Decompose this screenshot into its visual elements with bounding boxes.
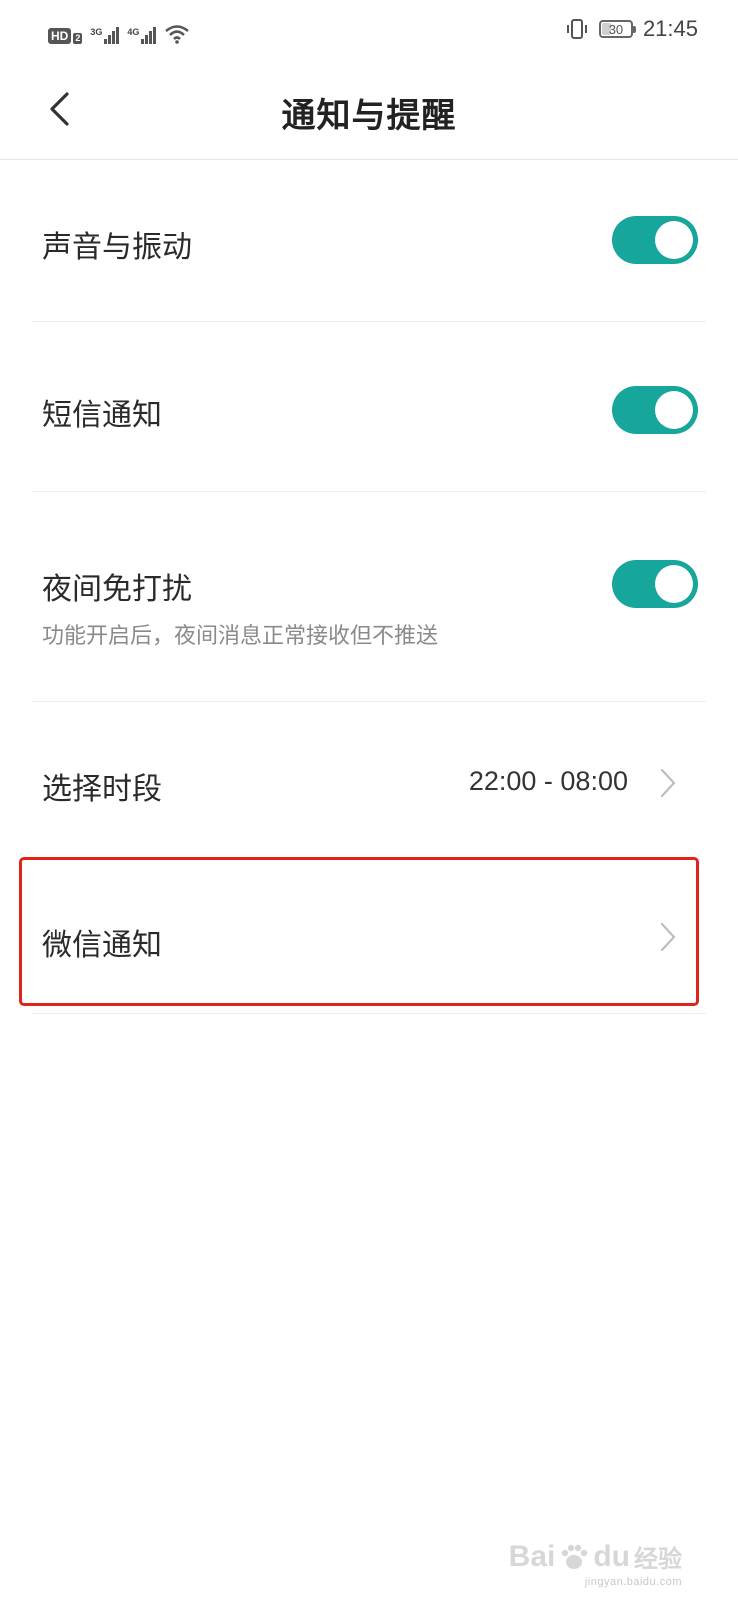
wifi-icon — [165, 25, 190, 44]
dnd-subtitle: 功能开启后，夜间消息正常接收但不推送 — [42, 624, 439, 649]
setting-row-sound: 声音与振动 — [0, 160, 738, 322]
page-title: 通知与提醒 — [281, 96, 457, 136]
sms-toggle[interactable] — [612, 386, 698, 434]
vibrate-icon — [566, 19, 587, 39]
watermark-brand-2: du — [593, 1539, 630, 1573]
setting-row-sms: 短信通知 — [0, 322, 738, 492]
period-label: 选择时段 — [42, 772, 162, 807]
wechat-label: 微信通知 — [42, 928, 162, 963]
watermark-cn: 经验 — [634, 1545, 682, 1573]
hd-badge: HD — [48, 28, 72, 44]
divider — [32, 1013, 706, 1014]
chevron-right-icon — [660, 922, 676, 952]
status-left: HD 2 3G 4G — [48, 16, 190, 44]
period-value: 22:00 - 08:00 — [468, 766, 628, 796]
dnd-label: 夜间免打扰 — [42, 572, 192, 607]
baidu-watermark: Bai du 经验 jingyan.baidu.com — [508, 1539, 682, 1589]
chevron-right-icon — [660, 768, 676, 798]
signal-icon-2: 4G — [127, 27, 157, 44]
sound-label: 声音与振动 — [42, 230, 192, 265]
setting-row-wechat[interactable]: 微信通知 — [0, 860, 738, 1014]
status-time: 21:45 — [642, 16, 698, 41]
app-header: 通知与提醒 — [0, 62, 738, 160]
battery-icon: 30 — [598, 20, 636, 38]
status-right: 30 21:45 — [565, 14, 698, 44]
signal-icon: 3G — [90, 27, 120, 44]
toggle-knob — [655, 221, 693, 259]
status-bar: HD 2 3G 4G 30 21:45 — [0, 0, 738, 62]
toggle-knob — [655, 565, 693, 603]
paw-icon — [562, 1544, 588, 1569]
battery-level: 30 — [608, 21, 624, 37]
setting-row-dnd: 夜间免打扰 功能开启后，夜间消息正常接收但不推送 — [0, 492, 738, 702]
toggle-knob — [655, 391, 693, 429]
hd-sim-badge: 2 — [73, 33, 83, 44]
sound-toggle[interactable] — [612, 216, 698, 264]
setting-row-period[interactable]: 选择时段 22:00 - 08:00 — [0, 702, 738, 860]
watermark-url: jingyan.baidu.com — [584, 1576, 682, 1588]
dnd-toggle[interactable] — [612, 560, 698, 608]
watermark-brand: Bai — [508, 1539, 556, 1573]
sms-label: 短信通知 — [42, 398, 162, 433]
